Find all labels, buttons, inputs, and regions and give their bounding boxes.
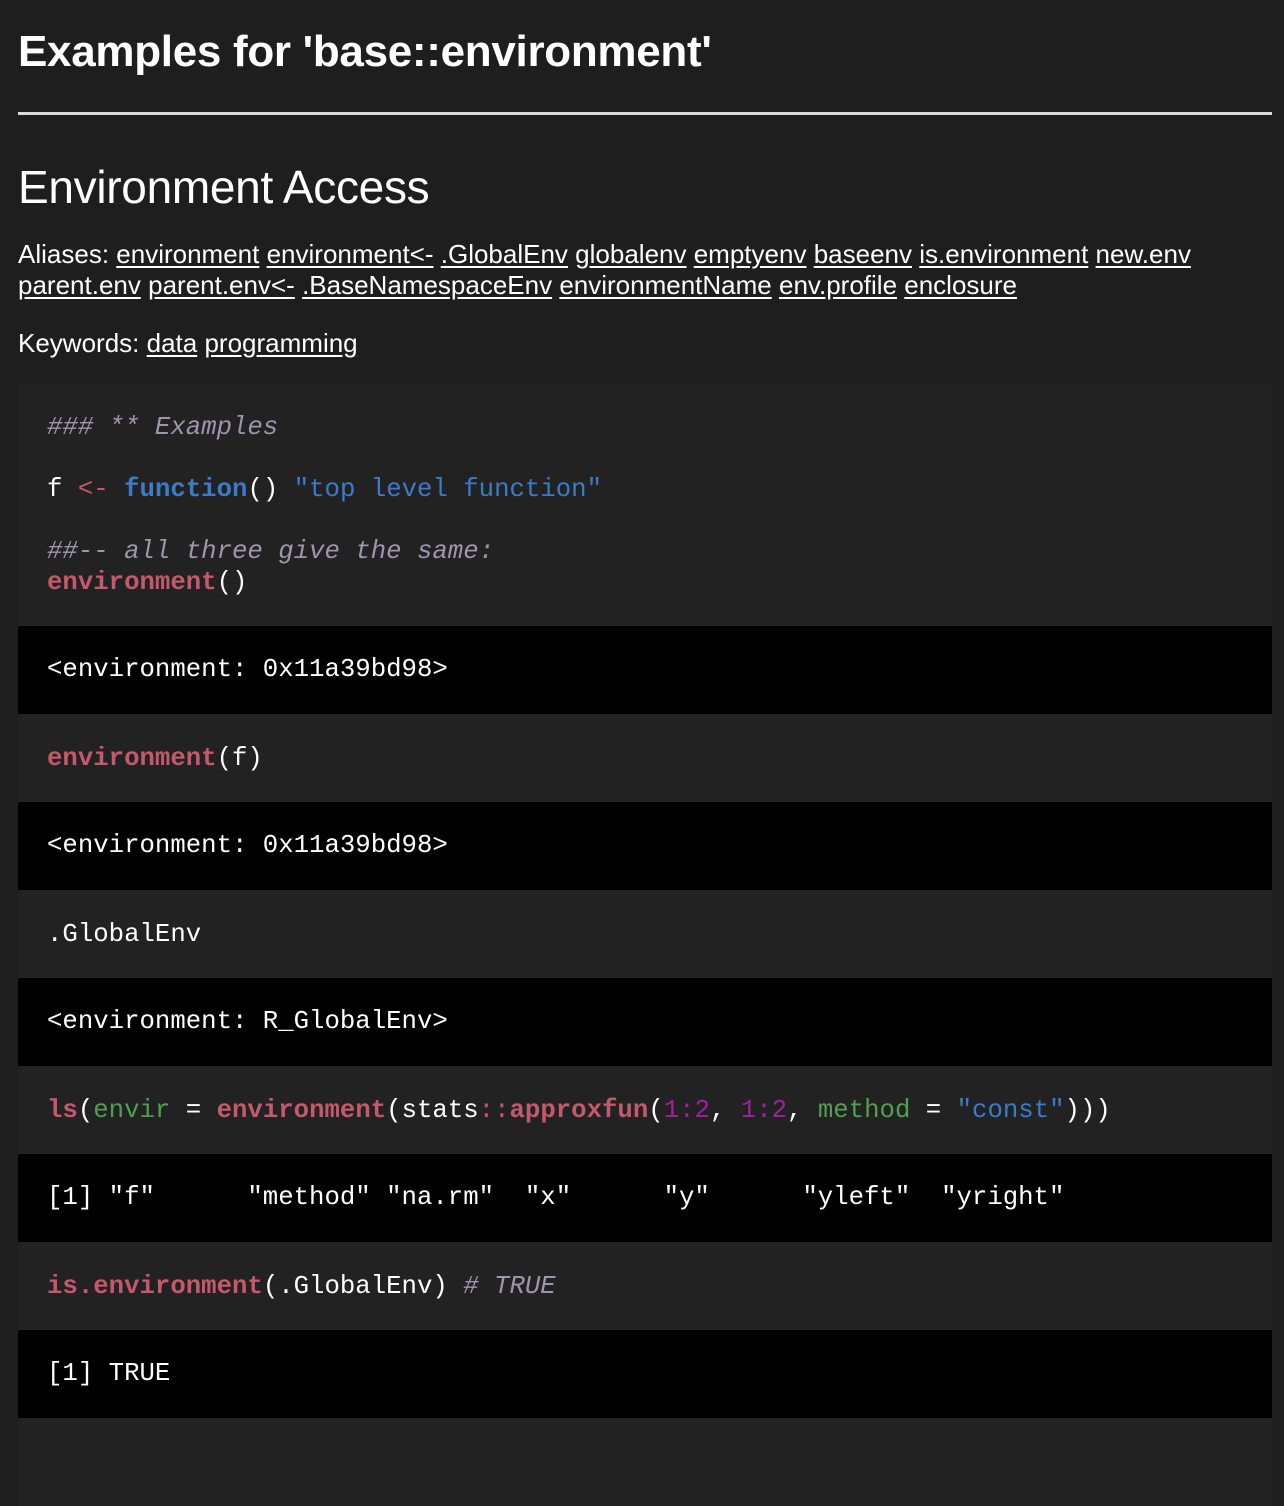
code-punct: ))) — [1064, 1096, 1111, 1125]
examples-blocks: ### ** Examples f <- function() "top lev… — [18, 383, 1272, 1506]
alias-link-parent-env[interactable]: parent.env — [18, 270, 141, 300]
code-punct: (stats — [386, 1096, 479, 1125]
code-block-5[interactable]: is.environment(.GlobalEnv) # TRUE — [18, 1242, 1272, 1330]
alias-link-is-environment[interactable]: is.environment — [919, 239, 1088, 269]
code-assign-op: <- — [77, 475, 109, 504]
keyword-link-data[interactable]: data — [147, 328, 198, 358]
aliases-label: Aliases: — [18, 239, 110, 269]
code-var: f — [47, 475, 63, 504]
keywords-label: Keywords: — [18, 328, 140, 358]
code-keyword: function — [124, 475, 248, 504]
code-function: environment — [47, 744, 217, 773]
code-string: "const" — [956, 1096, 1065, 1125]
code-namespace-op: :: — [478, 1096, 510, 1125]
alias-link-environment[interactable]: environment — [116, 239, 259, 269]
code-block-4[interactable]: ls(envir = environment(stats::approxfun(… — [18, 1066, 1272, 1154]
code-punct: (f) — [216, 744, 263, 773]
output-block-2[interactable]: <environment: 0x11a39bd98> — [18, 802, 1272, 890]
code-punct: ( — [648, 1096, 664, 1125]
code-block-2[interactable]: environment(f) — [18, 714, 1272, 802]
code-comment: ##-- all three give the same: — [47, 537, 495, 566]
code-argument: envir — [93, 1096, 171, 1125]
alias-link-globalenv[interactable]: globalenv — [575, 239, 686, 269]
title-divider — [18, 112, 1272, 115]
output-block-3[interactable]: <environment: R_GlobalEnv> — [18, 978, 1272, 1066]
output-block-5[interactable]: [1] TRUE — [18, 1330, 1272, 1418]
section-title: Environment Access — [18, 161, 430, 213]
alias-link-globalenv-var[interactable]: .GlobalEnv — [441, 239, 568, 269]
code-comment: # TRUE — [463, 1272, 556, 1301]
aliases-line: Aliases: environment environment<- .Glob… — [18, 239, 1272, 301]
alias-link-env-profile[interactable]: env.profile — [779, 270, 897, 300]
code-punct: () — [247, 475, 279, 504]
alias-link-parent-env-assign[interactable]: parent.env<- — [148, 270, 295, 300]
code-punct: , — [787, 1096, 818, 1125]
code-argument: method — [817, 1096, 911, 1125]
code-punct: (.GlobalEnv) — [262, 1272, 464, 1301]
code-punct: = — [170, 1096, 217, 1125]
code-punct: = — [910, 1096, 957, 1125]
code-block-6[interactable] — [18, 1418, 1272, 1506]
alias-link-enclosure[interactable]: enclosure — [904, 270, 1017, 300]
output-block-4[interactable]: [1] "f" "method" "na.rm" "x" "y" "yleft"… — [18, 1154, 1272, 1242]
page-title: Examples for 'base::environment' — [18, 27, 712, 76]
keyword-link-programming[interactable]: programming — [204, 328, 357, 358]
code-block-1[interactable]: ### ** Examples f <- function() "top lev… — [18, 383, 1272, 626]
code-punct: () — [216, 568, 248, 597]
code-function: environment — [216, 1096, 387, 1125]
code-number: 1:2 — [663, 1096, 710, 1125]
code-function: environment — [47, 568, 217, 597]
keywords-line: Keywords: data programming — [18, 328, 1272, 359]
code-string: "top level function" — [293, 475, 603, 504]
code-number: 1:2 — [740, 1096, 788, 1125]
alias-link-basenamespaceenv[interactable]: .BaseNamespaceEnv — [302, 270, 552, 300]
code-block-3[interactable]: .GlobalEnv — [18, 890, 1272, 978]
code-function: is.environment — [47, 1272, 263, 1301]
alias-link-emptyenv[interactable]: emptyenv — [694, 239, 807, 269]
alias-link-baseenv[interactable]: baseenv — [814, 239, 912, 269]
alias-link-environmentname[interactable]: environmentName — [559, 270, 771, 300]
alias-link-new-env[interactable]: new.env — [1096, 239, 1191, 269]
code-comment: ### ** Examples — [47, 413, 279, 442]
alias-link-environment-assign[interactable]: environment<- — [267, 239, 434, 269]
code-punct: ( — [77, 1096, 94, 1125]
code-function: approxfun — [509, 1096, 649, 1125]
code-punct: , — [709, 1096, 741, 1125]
code-function: ls — [47, 1096, 78, 1125]
output-block-1[interactable]: <environment: 0x11a39bd98> — [18, 626, 1272, 714]
